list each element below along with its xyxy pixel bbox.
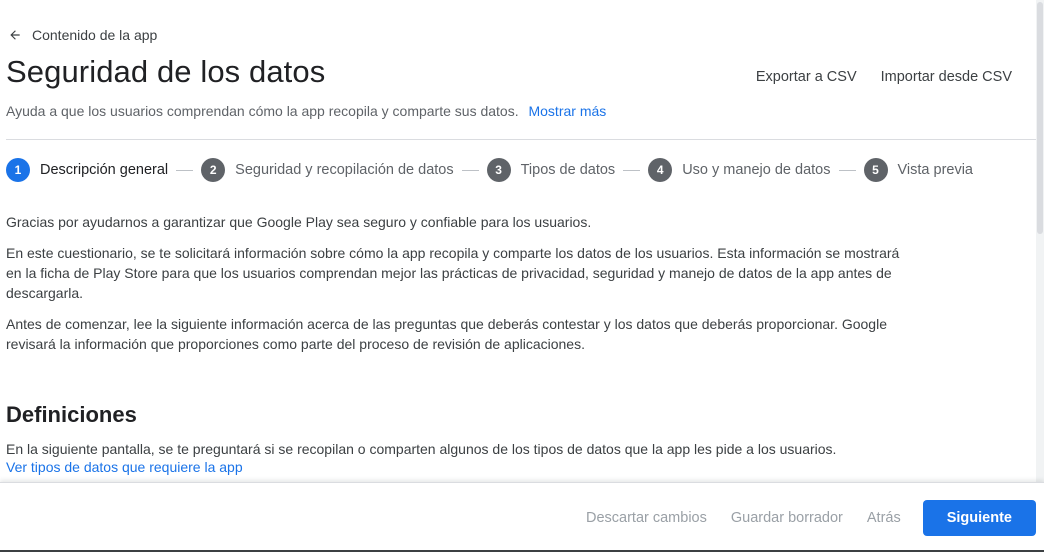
intro-paragraph: En este cuestionario, se te solicitará i…	[6, 245, 900, 301]
show-more-link[interactable]: Mostrar más	[528, 103, 606, 119]
save-draft-button[interactable]: Guardar borrador	[719, 502, 855, 534]
step-data-types[interactable]: 3 Tipos de datos	[486, 158, 616, 182]
page-scrollbar[interactable]	[1036, 0, 1044, 482]
back-link-label: Contenido de la app	[32, 27, 158, 43]
intro-paragraph: Antes de comenzar, lee la siguiente info…	[6, 316, 887, 352]
header-divider	[6, 139, 1036, 140]
step-separator	[461, 169, 479, 171]
step-label: Descripción general	[40, 162, 169, 178]
step-separator	[176, 169, 194, 171]
import-csv-button[interactable]: Importar desde CSV	[881, 68, 1012, 86]
discard-changes-button[interactable]: Descartar cambios	[574, 502, 719, 534]
scrollbar-thumb[interactable]	[1037, 2, 1043, 234]
subtitle-text: Ayuda a que los usuarios comprendan cómo…	[6, 103, 519, 119]
step-preview[interactable]: 5 Vista previa	[863, 158, 974, 182]
step-label: Seguridad y recopilación de datos	[235, 162, 454, 178]
arrow-left-icon	[10, 30, 20, 40]
footer-buttons: Descartar cambios Guardar borrador Atrás…	[574, 500, 1036, 536]
view-required-data-types-link[interactable]: Ver tipos de datos que requiere la app	[6, 459, 243, 475]
definitions-heading: Definiciones	[6, 402, 137, 427]
page-title: Seguridad de los datos	[6, 54, 326, 89]
step-label: Vista previa	[897, 162, 974, 178]
step-number: 2	[201, 158, 226, 182]
stepper: 1 Descripción general 2 Seguridad y reco…	[6, 158, 973, 182]
step-number: 5	[863, 158, 888, 182]
step-separator	[838, 169, 856, 171]
footer-action-bar: Descartar cambios Guardar borrador Atrás…	[0, 482, 1044, 552]
back-to-app-content-link[interactable]: Contenido de la app	[8, 27, 157, 43]
back-button[interactable]: Atrás	[855, 502, 913, 534]
step-label: Tipos de datos	[520, 162, 616, 178]
step-separator	[623, 169, 641, 171]
next-button[interactable]: Siguiente	[922, 500, 1036, 536]
step-number: 1	[6, 158, 30, 182]
step-label: Uso y manejo de datos	[682, 162, 831, 178]
definitions-text: En la siguiente pantalla, se te pregunta…	[6, 441, 837, 457]
intro-paragraph: Gracias por ayudarnos a garantizar que G…	[6, 214, 592, 230]
page-subtitle: Ayuda a que los usuarios comprendan cómo…	[6, 103, 606, 119]
intro-text: Gracias por ayudarnos a garantizar que G…	[6, 212, 906, 365]
export-csv-button[interactable]: Exportar a CSV	[756, 68, 857, 86]
step-number: 3	[486, 158, 511, 182]
header-actions: Exportar a CSV Importar desde CSV	[756, 68, 1012, 86]
step-data-security[interactable]: 2 Seguridad y recopilación de datos	[201, 158, 454, 182]
step-number: 4	[648, 158, 673, 182]
step-data-usage[interactable]: 4 Uso y manejo de datos	[648, 158, 831, 182]
step-overview[interactable]: 1 Descripción general	[6, 158, 168, 182]
